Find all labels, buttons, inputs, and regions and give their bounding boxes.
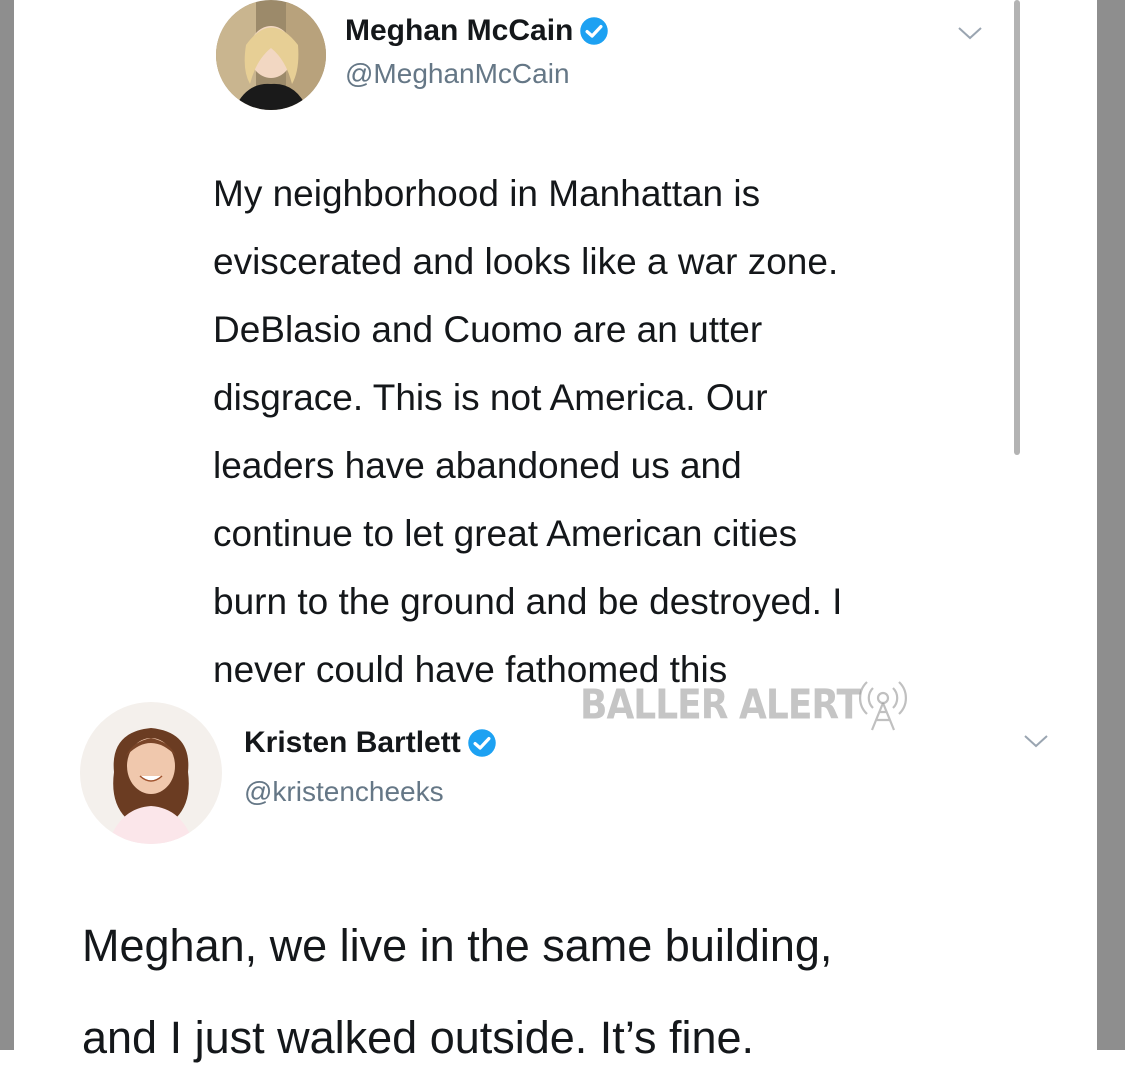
watermark-text: BALLER ALERT — [580, 681, 861, 729]
display-name-kristen[interactable]: Kristen Bartlett — [244, 726, 497, 760]
left-border — [0, 0, 14, 1050]
tweet-text-line: continue to let great American cities — [213, 513, 798, 554]
verified-badge-icon — [467, 728, 497, 758]
tweet-text-line: and I just walked outside. It’s fine. — [82, 1012, 755, 1063]
handle-kristen[interactable]: @kristencheeks — [244, 776, 444, 808]
display-name-meghan-text: Meghan McCain — [345, 14, 574, 47]
avatar-kristen-image — [80, 702, 222, 844]
display-name-meghan[interactable]: Meghan McCain — [345, 14, 609, 48]
tweet-text-line: Meghan, we live in the same building, — [82, 920, 833, 971]
tweet-text-line: eviscerated and looks like a war zone. — [213, 241, 839, 282]
tweet-text-line: burn to the ground and be destroyed. I — [213, 581, 843, 622]
tweet-text-meghan: My neighborhood in Manhattan is eviscera… — [213, 160, 1003, 704]
avatar-meghan-image — [216, 0, 326, 110]
verified-badge-icon — [579, 16, 609, 46]
watermark: BALLER ALERT — [580, 676, 912, 734]
scrollbar[interactable] — [1014, 0, 1020, 455]
tweet-text-line: My neighborhood in Manhattan is — [213, 173, 761, 214]
avatar-kristen[interactable] — [80, 702, 222, 844]
tweet-text-kristen: Meghan, we live in the same building, an… — [82, 900, 1082, 1084]
tweet-text-line: DeBlasio and Cuomo are an utter — [213, 309, 763, 350]
tweet-text-line: disgrace. This is not America. Our — [213, 377, 768, 418]
display-name-kristen-text: Kristen Bartlett — [244, 726, 461, 759]
chevron-down-icon[interactable] — [956, 24, 984, 42]
chevron-down-icon[interactable] — [1022, 732, 1050, 750]
handle-meghan[interactable]: @MeghanMcCain — [345, 58, 570, 90]
right-border — [1097, 0, 1125, 1050]
tweet-text-line: leaders have abandoned us and — [213, 445, 742, 486]
broadcast-tower-icon — [854, 676, 912, 734]
avatar-meghan[interactable] — [216, 0, 326, 110]
